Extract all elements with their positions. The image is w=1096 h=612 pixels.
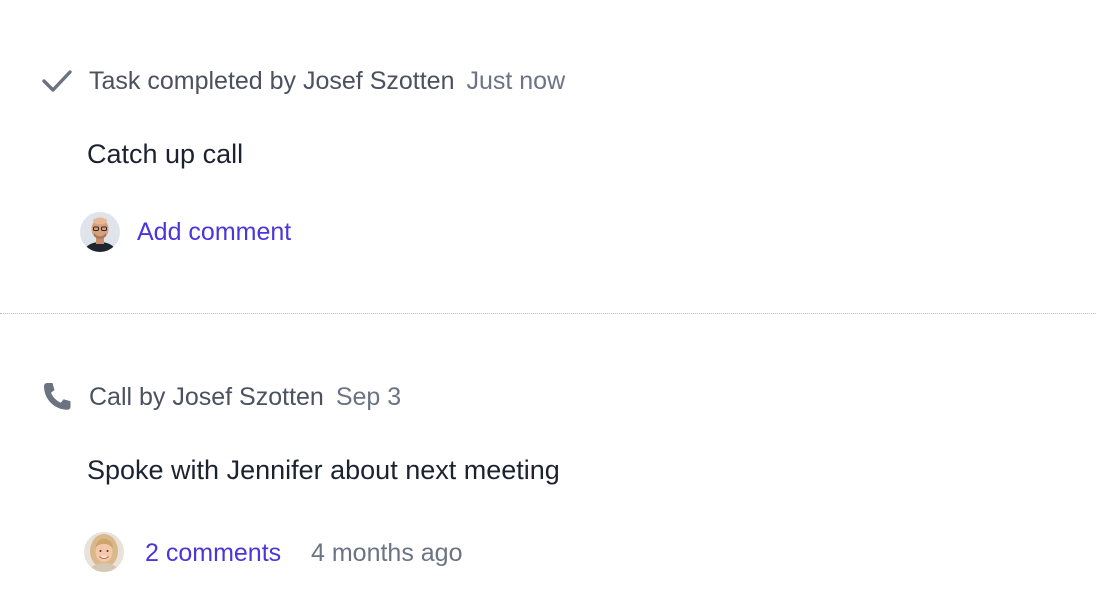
activity-header: Call by Josef Szotten Sep 3 (89, 381, 401, 413)
avatar (84, 532, 124, 572)
activity-timestamp: Sep 3 (335, 383, 402, 411)
activity-header: Task completed by Josef Szotten Just now (89, 65, 565, 97)
divider (0, 313, 1096, 314)
activity-item: Call by Josef Szotten Sep 3 Spoke with Je… (0, 316, 1096, 612)
avatar (80, 212, 120, 252)
activity-body: Catch up call (87, 139, 244, 169)
activity-body: Spoke with Jennifer about next meeting (87, 455, 560, 485)
add-comment-link[interactable]: Add comment (137, 216, 291, 248)
check-icon (40, 64, 74, 98)
comments-count-link[interactable]: 2 comments (145, 537, 281, 569)
activity-timestamp: Just now (466, 67, 566, 95)
comment-timestamp: 4 months ago (311, 539, 463, 567)
activity-item: Task completed by Josef Szotten Just now … (0, 0, 1096, 314)
phone-icon (40, 380, 74, 414)
activity-header-text: Call by Josef Szotten (89, 383, 324, 411)
activity-header-text: Task completed by Josef Szotten (89, 67, 455, 95)
